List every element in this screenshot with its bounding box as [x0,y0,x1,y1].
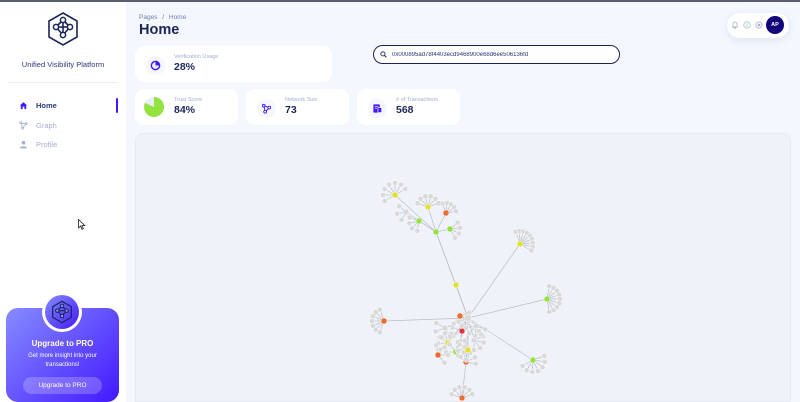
graph-edge [383,317,469,322]
graph-node[interactable] [422,193,429,200]
graph-node[interactable] [529,369,536,375]
graph-edge [467,298,548,319]
graph-node[interactable] [445,352,451,358]
graph-node[interactable] [543,295,551,303]
graph-node[interactable] [450,320,457,327]
graph-node[interactable] [402,186,409,192]
graph-edge [435,231,457,286]
graph-node[interactable] [541,353,548,359]
graph-node[interactable] [380,192,386,198]
graph-node[interactable] [478,331,485,338]
graph-edge [461,361,467,399]
graph-node[interactable] [446,341,453,348]
graph-node[interactable] [442,209,450,217]
graph-node[interactable] [456,230,462,237]
graph-edge [467,243,521,319]
graph-node[interactable] [417,195,424,202]
graph-node[interactable] [456,312,464,320]
graph-node[interactable] [406,220,413,227]
graph-node[interactable] [480,339,487,346]
graph-node[interactable] [542,358,548,365]
graph-edge [455,284,469,319]
graph-node[interactable] [523,367,530,374]
graph-node[interactable] [414,227,421,234]
graph-node[interactable] [380,317,388,325]
graph-node[interactable] [451,386,458,393]
graph-node[interactable] [452,208,459,215]
graph-node[interactable] [452,281,460,289]
graph-node[interactable] [452,234,458,241]
graph-node[interactable] [461,384,468,391]
graph-node[interactable] [464,314,472,322]
graph-node[interactable] [466,330,473,337]
graph-node[interactable] [464,346,472,354]
graph-node[interactable] [457,224,463,231]
graph-node[interactable] [396,203,402,210]
graph-node[interactable] [482,326,489,333]
graph-node[interactable] [392,180,398,186]
graph-node[interactable] [369,318,375,324]
graph-node[interactable] [438,334,445,341]
graph-node[interactable] [394,210,400,217]
graph-node[interactable] [535,368,541,374]
graph-node[interactable] [391,191,399,199]
graph-node[interactable] [519,363,526,369]
graph-node[interactable] [456,384,463,391]
graph-node[interactable] [415,217,423,225]
graph-node[interactable] [454,219,461,226]
graph-node[interactable] [455,348,461,354]
graph-node[interactable] [529,356,537,364]
graph-node[interactable] [472,360,479,367]
graph-node[interactable] [433,320,440,326]
graph-node[interactable] [386,181,392,188]
graph-node[interactable] [472,322,480,330]
graph-node[interactable] [441,359,448,366]
graph-node[interactable] [441,324,449,332]
graph-node[interactable] [370,322,376,329]
graph-node[interactable] [539,364,546,371]
graph-node[interactable] [406,214,413,221]
graph-node[interactable] [472,354,478,361]
graph-node[interactable] [409,225,415,232]
graph-node[interactable] [457,353,464,360]
graph-node[interactable] [463,356,470,363]
graph-node[interactable] [434,351,442,359]
graph-node[interactable] [441,344,448,351]
graph-node[interactable] [463,324,470,331]
graph-node[interactable] [402,208,410,216]
graph-node[interactable] [381,198,388,204]
graph-node[interactable] [424,203,432,211]
graph-node[interactable] [381,186,388,192]
graph-node[interactable] [377,306,383,313]
graph-node[interactable] [546,308,553,315]
graph-node[interactable] [472,333,478,339]
graph-node[interactable] [398,181,404,188]
graph-node[interactable] [458,394,466,402]
graph-node[interactable] [446,225,454,233]
graph-node[interactable] [477,345,483,351]
graph-node[interactable] [469,391,476,398]
graph-node[interactable] [427,193,434,200]
graph-node[interactable] [471,347,477,353]
graph-node[interactable] [398,216,405,223]
graph-node[interactable] [433,342,440,349]
graph-node[interactable] [447,333,453,340]
graph-node[interactable] [461,337,468,344]
graph-node[interactable] [456,341,463,348]
graph-node[interactable] [528,247,535,254]
graph-node[interactable] [516,240,524,248]
graph-node[interactable] [432,228,440,236]
graph-node[interactable] [432,328,439,335]
network-graph[interactable] [0,0,800,402]
